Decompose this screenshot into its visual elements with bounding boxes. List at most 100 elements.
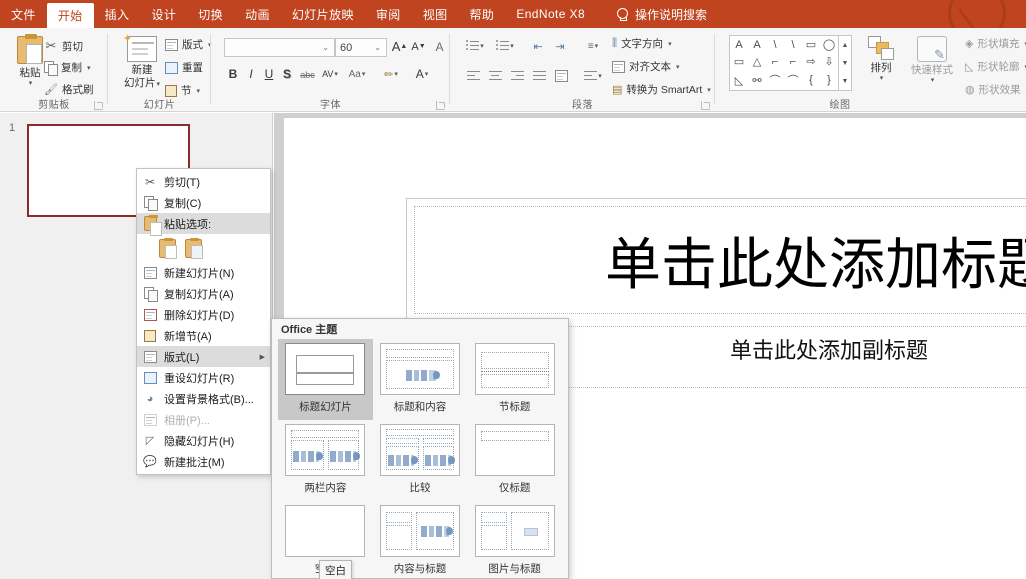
shape-item[interactable]: ⇨ bbox=[802, 53, 820, 70]
text-direction-button[interactable]: ⫼ 文字方向 ▾ bbox=[612, 36, 672, 51]
align-left-button[interactable] bbox=[464, 68, 482, 84]
line-spacing-button[interactable]: ≡▾ bbox=[580, 38, 606, 54]
context-menu-item-delete-slide[interactable]: 删除幻灯片(D) bbox=[137, 304, 270, 325]
shape-item[interactable]: ▭ bbox=[802, 36, 820, 53]
decrease-font-size-button[interactable]: A▼ bbox=[410, 37, 427, 56]
shape-fill-button[interactable]: ◈ 形状填充 ▾ bbox=[965, 36, 1026, 51]
shape-item[interactable]: } bbox=[820, 70, 838, 90]
tab-slideshow[interactable]: 幻灯片放映 bbox=[281, 0, 365, 28]
decrease-indent-button[interactable]: ⇤ bbox=[529, 38, 547, 54]
underline-button[interactable]: U bbox=[261, 65, 277, 83]
shapes-gallery[interactable]: A A \ \ ▭ ◯ ▭ △ ⌐ ⌐ ⇨ ⇩ ◺ ⚯ ⌒ ⌒ { } bbox=[729, 35, 839, 91]
context-menu-item-layout[interactable]: 版式(L) ▶ bbox=[137, 346, 270, 367]
layout-option-comparison[interactable]: 比较 bbox=[373, 420, 468, 501]
cut-button[interactable]: ✂ 剪切 bbox=[44, 38, 83, 54]
text-shadow-button[interactable]: S bbox=[279, 65, 295, 83]
tab-insert[interactable]: 插入 bbox=[94, 0, 141, 28]
strikethrough-button[interactable]: abc bbox=[297, 67, 318, 83]
numbering-button[interactable]: ▾ bbox=[494, 38, 516, 54]
shape-item[interactable]: \ bbox=[766, 36, 784, 53]
copy-button[interactable]: 复制 ▾ bbox=[44, 60, 91, 75]
paste-keep-formatting-icon[interactable] bbox=[159, 239, 176, 258]
scroll-down-icon[interactable]: ▼ bbox=[842, 60, 849, 67]
shape-item[interactable]: ⌒ bbox=[766, 70, 784, 90]
layout-option-two-content[interactable]: 两栏内容 bbox=[278, 420, 373, 501]
context-menu-item-format-background[interactable]: ◕ 设置背景格式(B)... bbox=[137, 388, 270, 409]
title-placeholder[interactable]: 单击此处添加标题 bbox=[414, 206, 1026, 314]
align-right-button[interactable] bbox=[508, 68, 526, 84]
layout-option-section-header[interactable]: 节标题 bbox=[467, 339, 562, 420]
shape-item[interactable]: ◺ bbox=[730, 70, 748, 90]
shape-item[interactable]: ⚯ bbox=[748, 70, 766, 90]
layout-gallery-submenu[interactable]: Office 主题 标题幻灯片 标题和内容 bbox=[271, 318, 569, 579]
layout-option-title-slide[interactable]: 标题幻灯片 bbox=[278, 339, 373, 420]
justify-button[interactable] bbox=[530, 68, 548, 84]
bold-button[interactable]: B bbox=[225, 65, 241, 83]
tab-animations[interactable]: 动画 bbox=[234, 0, 281, 28]
tab-design[interactable]: 设计 bbox=[140, 0, 187, 28]
layout-button[interactable]: 版式 ▾ bbox=[165, 37, 212, 52]
shape-item[interactable]: A bbox=[748, 36, 766, 53]
shape-outline-button[interactable]: ◺ 形状轮廓 ▾ bbox=[965, 59, 1026, 74]
tab-file[interactable]: 文件 bbox=[0, 0, 47, 28]
text-highlight-button[interactable]: ✏▾ bbox=[379, 65, 403, 83]
font-name-input[interactable]: ⌄ bbox=[224, 38, 335, 57]
context-menu-item-add-section[interactable]: 新增节(A) bbox=[137, 325, 270, 346]
tab-help[interactable]: 帮助 bbox=[459, 0, 506, 28]
shape-item[interactable]: ⌒ bbox=[784, 70, 802, 90]
shape-item[interactable]: ⌐ bbox=[766, 53, 784, 70]
shape-item[interactable]: ⌐ bbox=[784, 53, 802, 70]
shape-item[interactable]: A bbox=[730, 36, 748, 53]
shapes-gallery-scrollbar[interactable]: ▲ ▼ ▼ bbox=[839, 35, 852, 91]
context-menu-item-hide-slide[interactable]: ◸ 隐藏幻灯片(H) bbox=[137, 430, 270, 451]
shape-item[interactable]: △ bbox=[748, 53, 766, 70]
italic-button[interactable]: I bbox=[243, 65, 259, 83]
tab-transitions[interactable]: 切换 bbox=[187, 0, 234, 28]
font-size-input[interactable]: 60 ⌄ bbox=[335, 38, 387, 57]
context-menu-item-copy[interactable]: 复制(C) bbox=[137, 192, 270, 213]
context-menu-item-new-slide[interactable]: 新建幻灯片(N) bbox=[137, 262, 270, 283]
scroll-up-icon[interactable]: ▲ bbox=[842, 42, 849, 49]
paragraph-dialog-launcher[interactable] bbox=[701, 101, 710, 110]
arrange-button[interactable]: 排列 ▾ bbox=[859, 36, 903, 84]
shape-item[interactable]: ▭ bbox=[730, 53, 748, 70]
shape-item[interactable]: { bbox=[802, 70, 820, 90]
layout-option-picture-with-caption[interactable]: 图片与标题 bbox=[467, 501, 562, 579]
increase-indent-button[interactable]: ⇥ bbox=[551, 38, 569, 54]
align-text-button[interactable]: 对齐文本 ▾ bbox=[612, 59, 680, 74]
tab-endnote[interactable]: EndNote X8 bbox=[505, 0, 596, 28]
tab-view[interactable]: 视图 bbox=[412, 0, 459, 28]
tab-home[interactable]: 开始 bbox=[47, 3, 94, 28]
align-center-button[interactable] bbox=[486, 68, 504, 84]
context-menu-item-new-comment[interactable]: 💬 新建批注(M) bbox=[137, 451, 270, 472]
shape-item[interactable]: ⇩ bbox=[820, 53, 838, 70]
context-menu-item-reset-slide[interactable]: 重设幻灯片(R) bbox=[137, 367, 270, 388]
layout-option-content-with-caption[interactable]: 内容与标题 bbox=[373, 501, 468, 579]
increase-font-size-button[interactable]: A▲ bbox=[391, 37, 408, 56]
reset-button[interactable]: 重置 bbox=[165, 60, 203, 75]
new-slide-button[interactable]: ✦ 新建 幻灯片▾ bbox=[118, 36, 166, 90]
shape-item[interactable]: ◯ bbox=[820, 36, 838, 53]
tell-me-search[interactable]: 操作说明搜索 bbox=[596, 0, 718, 28]
text-columns-button[interactable]: ▾ bbox=[580, 68, 606, 84]
layout-option-title-content[interactable]: 标题和内容 bbox=[373, 339, 468, 420]
paste-options-row[interactable] bbox=[137, 234, 270, 262]
font-color-button[interactable]: A▾ bbox=[410, 65, 434, 83]
shape-item[interactable]: \ bbox=[784, 36, 802, 53]
clear-formatting-button[interactable]: A bbox=[431, 37, 448, 56]
clipboard-dialog-launcher[interactable] bbox=[94, 101, 103, 110]
shape-effects-button[interactable]: ◍ 形状效果 ▾ bbox=[965, 82, 1026, 97]
tab-review[interactable]: 审阅 bbox=[365, 0, 412, 28]
bullets-button[interactable]: ▾ bbox=[464, 38, 486, 54]
character-spacing-button[interactable]: AV▾ bbox=[319, 65, 341, 83]
scroll-more-icon[interactable]: ▼ bbox=[842, 78, 849, 85]
format-painter-button[interactable]: 🖌 格式刷 bbox=[44, 82, 94, 97]
convert-smartart-button[interactable]: ▤ 转换为 SmartArt ▾ bbox=[612, 82, 711, 97]
font-dialog-launcher[interactable] bbox=[436, 101, 445, 110]
layout-option-title-only[interactable]: 仅标题 bbox=[467, 420, 562, 501]
change-case-button[interactable]: Aa▾ bbox=[345, 65, 369, 83]
context-menu-item-cut[interactable]: ✂ 剪切(T) bbox=[137, 171, 270, 192]
paste-picture-icon[interactable] bbox=[185, 239, 202, 258]
columns-button[interactable] bbox=[552, 68, 570, 84]
quick-styles-button[interactable]: 快速样式 ▾ bbox=[907, 36, 957, 86]
